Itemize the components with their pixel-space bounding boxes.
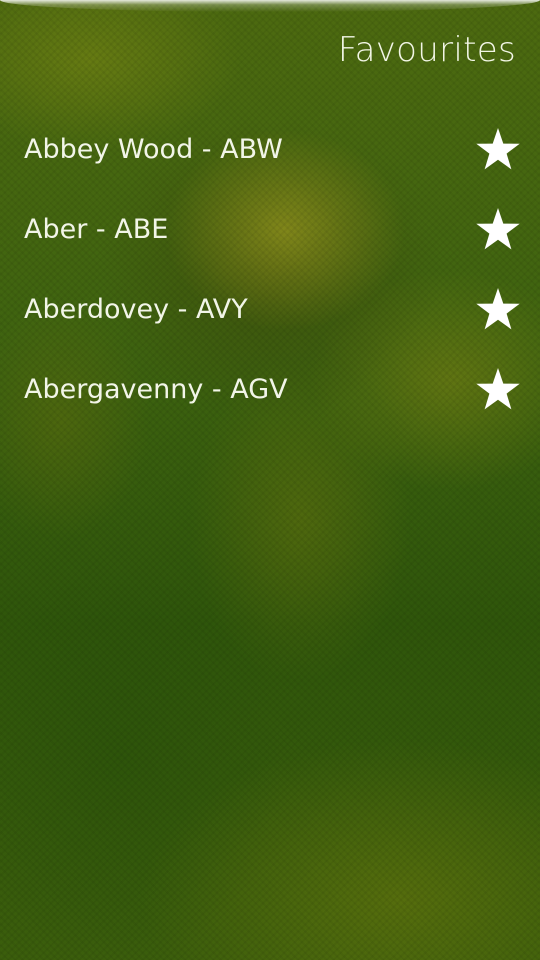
star-icon[interactable] [474, 366, 522, 414]
favourite-item[interactable]: Abbey Wood - ABW [0, 110, 540, 190]
favourite-item[interactable]: Abergavenny - AGV [0, 350, 540, 430]
star-icon[interactable] [474, 206, 522, 254]
star-icon[interactable] [474, 126, 522, 174]
favourite-item[interactable]: Aber - ABE [0, 190, 540, 270]
page-title: Favourites [337, 30, 516, 70]
star-icon[interactable] [474, 286, 522, 334]
favourite-station-label: Abbey Wood - ABW [24, 134, 283, 165]
favourite-station-label: Abergavenny - AGV [24, 374, 288, 405]
favourite-station-label: Aberdovey - AVY [24, 294, 248, 325]
favourite-station-label: Aber - ABE [24, 214, 169, 245]
favourites-list: Abbey Wood - ABW Aber - ABE Aberdovey - … [0, 110, 540, 430]
favourite-item[interactable]: Aberdovey - AVY [0, 270, 540, 350]
